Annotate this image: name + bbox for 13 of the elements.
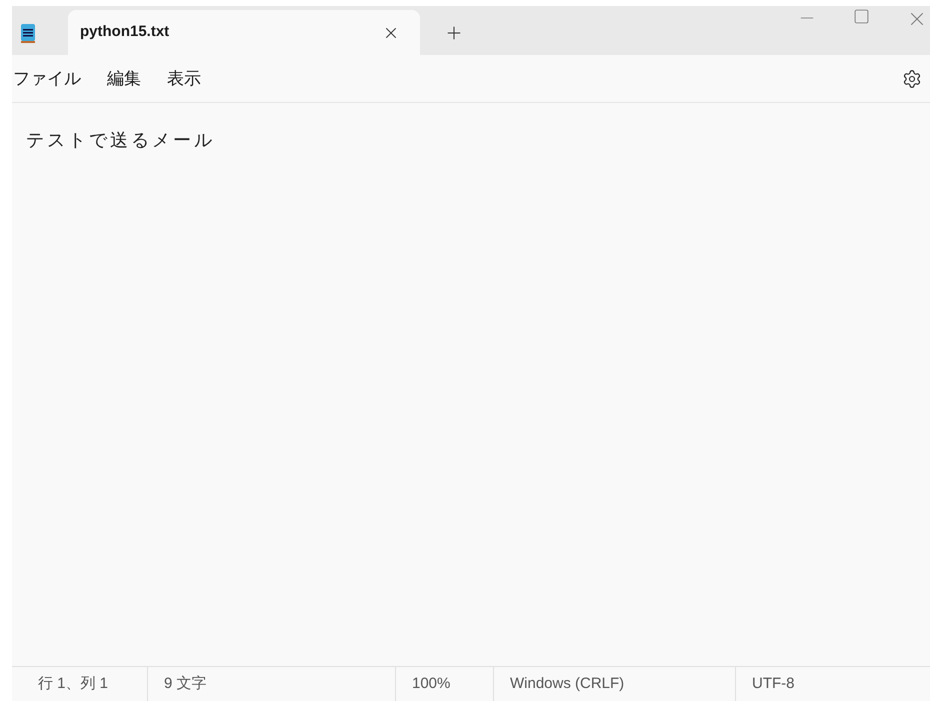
status-text: Windows (CRLF) — [510, 674, 624, 694]
menu-item[interactable]: ファイル — [12, 62, 82, 96]
file-tab[interactable]: python15.txt — [68, 10, 420, 55]
notepad-icon — [20, 22, 36, 44]
maximize-icon[interactable] — [853, 8, 870, 25]
settings-icon[interactable] — [902, 68, 922, 88]
status-text: 行 1、列 1 — [38, 674, 108, 694]
editor-text[interactable]: テストで送るメール — [26, 127, 930, 154]
status-text: UTF-8 — [752, 674, 794, 694]
status-text: 100% — [412, 674, 450, 694]
menu-item[interactable]: 表示 — [166, 62, 202, 96]
status-text: 9 文字 — [164, 674, 207, 694]
menu-item[interactable]: 編集 — [106, 62, 142, 96]
